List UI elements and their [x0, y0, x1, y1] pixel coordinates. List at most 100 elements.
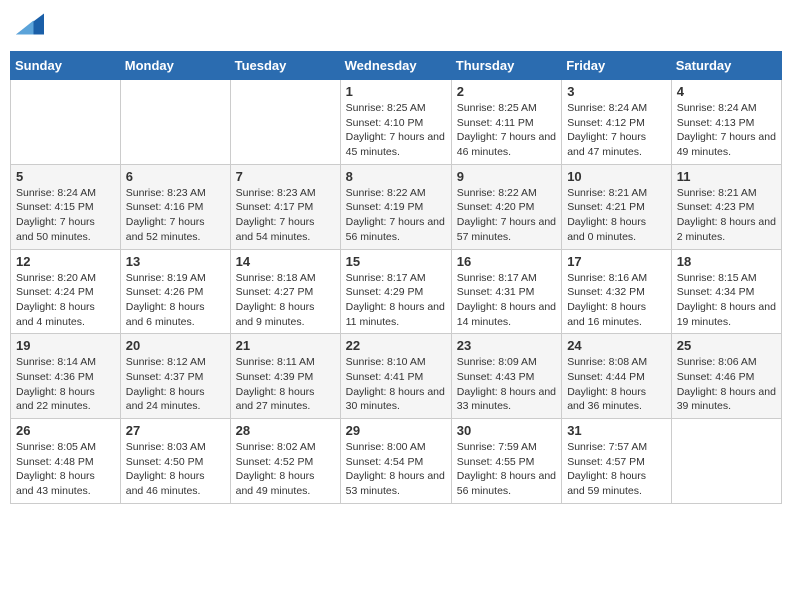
calendar-cell: 19Sunrise: 8:14 AM Sunset: 4:36 PM Dayli… — [11, 334, 121, 419]
calendar-cell: 1 Sunrise: 8:25 AM Sunset: 4:10 PM Daylig… — [340, 80, 451, 165]
calendar-cell: 30 Sunrise: 7:59 AM Sunset: 4:55 PM Dayli… — [451, 419, 561, 504]
calendar-cell: 26 Sunrise: 8:05 AM Sunset: 4:48 PM Dayli… — [11, 419, 121, 504]
day-info: Sunrise: 8:24 AM Sunset: 4:13 PM Dayligh… — [677, 101, 776, 160]
day-info: Sunrise: 8:22 AM Sunset: 4:19 PM Dayligh… — [346, 186, 446, 245]
calendar-cell: 8 Sunrise: 8:22 AM Sunset: 4:19 PM Daylig… — [340, 164, 451, 249]
day-info: Sunrise: 8:21 AM Sunset: 4:21 PM Dayligh… — [567, 186, 666, 245]
calendar-cell: 6Sunrise: 8:23 AM Sunset: 4:16 PM Daylig… — [120, 164, 230, 249]
calendar-cell: 11 Sunrise: 8:21 AM Sunset: 4:23 PM Dayli… — [671, 164, 781, 249]
calendar-week-row: 5 Sunrise: 8:24 AM Sunset: 4:15 PM Daylig… — [11, 164, 782, 249]
day-number: 13 — [126, 254, 225, 269]
day-info: Sunrise: 8:11 AM Sunset: 4:39 PM Dayligh… — [236, 355, 335, 414]
day-info: Sunrise: 8:23 AM Sunset: 4:17 PM Dayligh… — [236, 186, 335, 245]
calendar-cell — [230, 80, 340, 165]
day-info: Sunrise: 8:02 AM Sunset: 4:52 PM Dayligh… — [236, 440, 335, 499]
day-info: Sunrise: 8:12 AM Sunset: 4:37 PM Dayligh… — [126, 355, 225, 414]
calendar-cell: 18 Sunrise: 8:15 AM Sunset: 4:34 PM Dayli… — [671, 249, 781, 334]
day-info: Sunrise: 8:08 AM Sunset: 4:44 PM Dayligh… — [567, 355, 666, 414]
day-number: 17 — [567, 254, 666, 269]
day-info: Sunrise: 8:24 AM Sunset: 4:12 PM Dayligh… — [567, 101, 666, 160]
day-number: 8 — [346, 169, 446, 184]
calendar-cell: 14 Sunrise: 8:18 AM Sunset: 4:27 PM Dayli… — [230, 249, 340, 334]
day-number: 4 — [677, 84, 776, 99]
day-info: Sunrise: 8:14 AM Sunset: 4:36 PM Dayligh… — [16, 355, 115, 414]
day-number: 30 — [457, 423, 556, 438]
day-number: 26 — [16, 423, 115, 438]
day-info: Sunrise: 8:16 AM Sunset: 4:32 PM Dayligh… — [567, 271, 666, 330]
calendar-cell — [120, 80, 230, 165]
calendar-week-row: 26 Sunrise: 8:05 AM Sunset: 4:48 PM Dayli… — [11, 419, 782, 504]
day-number: 10 — [567, 169, 666, 184]
calendar-cell: 23 Sunrise: 8:09 AM Sunset: 4:43 PM Dayli… — [451, 334, 561, 419]
calendar-cell: 3 Sunrise: 8:24 AM Sunset: 4:12 PM Daylig… — [562, 80, 672, 165]
calendar-cell: 25Sunrise: 8:06 AM Sunset: 4:46 PM Dayli… — [671, 334, 781, 419]
day-info: Sunrise: 8:19 AM Sunset: 4:26 PM Dayligh… — [126, 271, 225, 330]
day-info: Sunrise: 8:00 AM Sunset: 4:54 PM Dayligh… — [346, 440, 446, 499]
day-info: Sunrise: 8:17 AM Sunset: 4:31 PM Dayligh… — [457, 271, 556, 330]
day-header-tuesday: Tuesday — [230, 52, 340, 80]
calendar-cell: 28 Sunrise: 8:02 AM Sunset: 4:52 PM Dayli… — [230, 419, 340, 504]
day-info: Sunrise: 7:57 AM Sunset: 4:57 PM Dayligh… — [567, 440, 666, 499]
day-number: 9 — [457, 169, 556, 184]
day-info: Sunrise: 7:59 AM Sunset: 4:55 PM Dayligh… — [457, 440, 556, 499]
day-number: 25 — [677, 338, 776, 353]
day-info: Sunrise: 8:15 AM Sunset: 4:34 PM Dayligh… — [677, 271, 776, 330]
calendar-cell: 27 Sunrise: 8:03 AM Sunset: 4:50 PM Dayli… — [120, 419, 230, 504]
day-info: Sunrise: 8:20 AM Sunset: 4:24 PM Dayligh… — [16, 271, 115, 330]
day-number: 15 — [346, 254, 446, 269]
day-info: Sunrise: 8:21 AM Sunset: 4:23 PM Dayligh… — [677, 186, 776, 245]
day-number: 11 — [677, 169, 776, 184]
day-info: Sunrise: 8:03 AM Sunset: 4:50 PM Dayligh… — [126, 440, 225, 499]
calendar-cell: 17 Sunrise: 8:16 AM Sunset: 4:32 PM Dayli… — [562, 249, 672, 334]
calendar-header-row: SundayMondayTuesdayWednesdayThursdayFrid… — [11, 52, 782, 80]
page-header — [10, 10, 782, 43]
day-number: 1 — [346, 84, 446, 99]
calendar-cell: 5 Sunrise: 8:24 AM Sunset: 4:15 PM Daylig… — [11, 164, 121, 249]
day-header-friday: Friday — [562, 52, 672, 80]
calendar-table: SundayMondayTuesdayWednesdayThursdayFrid… — [10, 51, 782, 504]
day-info: Sunrise: 8:25 AM Sunset: 4:10 PM Dayligh… — [346, 101, 446, 160]
calendar-week-row: 19Sunrise: 8:14 AM Sunset: 4:36 PM Dayli… — [11, 334, 782, 419]
day-number: 7 — [236, 169, 335, 184]
day-header-sunday: Sunday — [11, 52, 121, 80]
day-number: 27 — [126, 423, 225, 438]
calendar-cell: 31 Sunrise: 7:57 AM Sunset: 4:57 PM Dayli… — [562, 419, 672, 504]
calendar-cell: 9 Sunrise: 8:22 AM Sunset: 4:20 PM Daylig… — [451, 164, 561, 249]
day-info: Sunrise: 8:23 AM Sunset: 4:16 PM Dayligh… — [126, 186, 225, 245]
day-number: 29 — [346, 423, 446, 438]
day-info: Sunrise: 8:22 AM Sunset: 4:20 PM Dayligh… — [457, 186, 556, 245]
calendar-cell: 22 Sunrise: 8:10 AM Sunset: 4:41 PM Dayli… — [340, 334, 451, 419]
day-header-monday: Monday — [120, 52, 230, 80]
day-number: 18 — [677, 254, 776, 269]
logo — [14, 10, 44, 43]
day-number: 22 — [346, 338, 446, 353]
day-number: 31 — [567, 423, 666, 438]
calendar-cell: 10 Sunrise: 8:21 AM Sunset: 4:21 PM Dayli… — [562, 164, 672, 249]
day-info: Sunrise: 8:25 AM Sunset: 4:11 PM Dayligh… — [457, 101, 556, 160]
day-number: 14 — [236, 254, 335, 269]
day-number: 24 — [567, 338, 666, 353]
calendar-week-row: 12Sunrise: 8:20 AM Sunset: 4:24 PM Dayli… — [11, 249, 782, 334]
calendar-cell: 13 Sunrise: 8:19 AM Sunset: 4:26 PM Dayli… — [120, 249, 230, 334]
calendar-cell: 24 Sunrise: 8:08 AM Sunset: 4:44 PM Dayli… — [562, 334, 672, 419]
day-number: 23 — [457, 338, 556, 353]
day-header-thursday: Thursday — [451, 52, 561, 80]
calendar-cell: 20Sunrise: 8:12 AM Sunset: 4:37 PM Dayli… — [120, 334, 230, 419]
day-number: 16 — [457, 254, 556, 269]
day-number: 5 — [16, 169, 115, 184]
day-info: Sunrise: 8:24 AM Sunset: 4:15 PM Dayligh… — [16, 186, 115, 245]
day-info: Sunrise: 8:18 AM Sunset: 4:27 PM Dayligh… — [236, 271, 335, 330]
day-info: Sunrise: 8:10 AM Sunset: 4:41 PM Dayligh… — [346, 355, 446, 414]
calendar-cell: 15Sunrise: 8:17 AM Sunset: 4:29 PM Dayli… — [340, 249, 451, 334]
calendar-cell: 12Sunrise: 8:20 AM Sunset: 4:24 PM Dayli… — [11, 249, 121, 334]
calendar-cell: 7 Sunrise: 8:23 AM Sunset: 4:17 PM Daylig… — [230, 164, 340, 249]
day-number: 28 — [236, 423, 335, 438]
day-info: Sunrise: 8:09 AM Sunset: 4:43 PM Dayligh… — [457, 355, 556, 414]
day-info: Sunrise: 8:05 AM Sunset: 4:48 PM Dayligh… — [16, 440, 115, 499]
calendar-cell: 2Sunrise: 8:25 AM Sunset: 4:11 PM Daylig… — [451, 80, 561, 165]
day-number: 3 — [567, 84, 666, 99]
calendar-week-row: 1 Sunrise: 8:25 AM Sunset: 4:10 PM Daylig… — [11, 80, 782, 165]
calendar-cell: 16 Sunrise: 8:17 AM Sunset: 4:31 PM Dayli… — [451, 249, 561, 334]
calendar-cell: 21 Sunrise: 8:11 AM Sunset: 4:39 PM Dayli… — [230, 334, 340, 419]
day-number: 21 — [236, 338, 335, 353]
